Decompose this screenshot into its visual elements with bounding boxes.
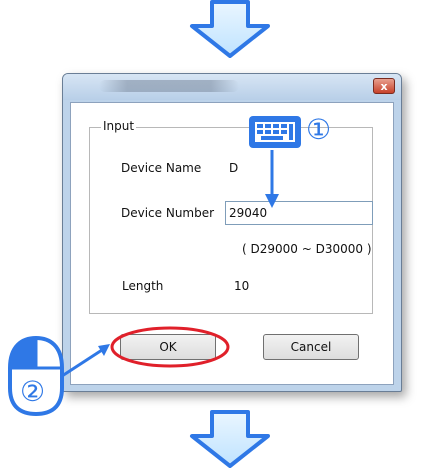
dialog-title-blurred — [99, 80, 239, 92]
ok-highlight-ellipse — [110, 326, 230, 368]
arrow-keyboard-to-input-icon — [265, 150, 279, 208]
cancel-button[interactable]: Cancel — [263, 334, 359, 360]
down-arrow-bottom-icon — [190, 410, 270, 468]
keyboard-icon — [249, 116, 301, 148]
step-2-marker: ② — [20, 375, 46, 408]
length-value: 10 — [234, 279, 250, 293]
device-number-label: Device Number — [121, 206, 215, 220]
down-arrow-top-icon — [190, 0, 270, 58]
arrow-mouse-to-ok-icon — [61, 344, 110, 378]
close-button[interactable]: x — [373, 78, 395, 94]
device-number-input[interactable]: 29040 — [225, 201, 373, 225]
step-1-marker: ① — [306, 113, 332, 146]
dialog-titlebar: x — [63, 74, 401, 100]
device-range-text: ( D29000 ~ D30000 ) — [242, 242, 372, 256]
device-name-value: D — [229, 161, 239, 175]
input-group-label: Input — [101, 119, 137, 133]
device-name-label: Device Name — [121, 161, 202, 175]
length-label: Length — [122, 279, 164, 293]
